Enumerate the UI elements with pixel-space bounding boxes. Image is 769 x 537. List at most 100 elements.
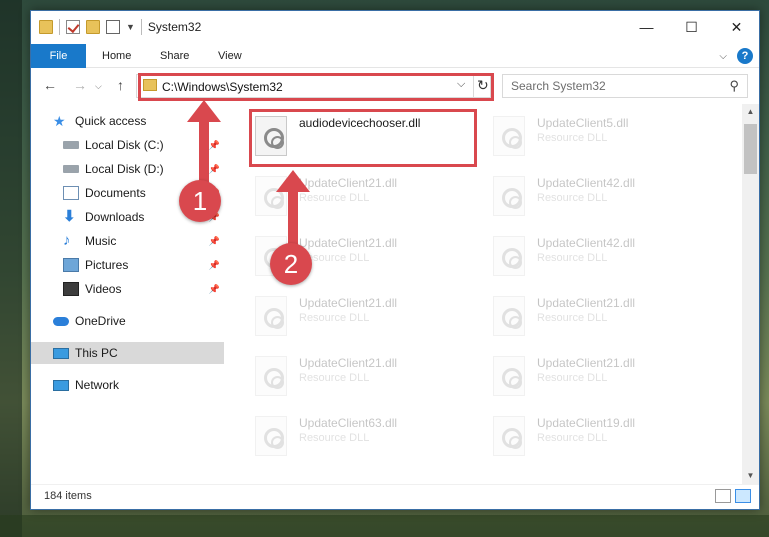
file-name: UpdateClient21.dll (299, 296, 398, 310)
sidebar-item-local-disk-c[interactable]: Local Disk (C:) 📌 (31, 134, 224, 156)
scroll-up-icon[interactable]: ▲ (742, 104, 759, 120)
computer-icon (53, 347, 69, 359)
dll-file-icon (493, 116, 525, 156)
search-input[interactable] (511, 75, 721, 97)
sidebar-item-label: Documents (85, 186, 146, 200)
sidebar-item-label: Music (85, 234, 117, 248)
sidebar-item-local-disk-d[interactable]: Local Disk (D:) 📌 (31, 158, 224, 180)
step-badge-1: 1 (179, 180, 221, 222)
file-item[interactable]: UpdateClient19.dll Resource DLL (487, 410, 707, 466)
explorer-window: ▼ System32 — ☐ ✕ File Home Share View ⌵ … (30, 10, 760, 510)
dll-file-icon (493, 356, 525, 396)
quick-access-toolbar: ▼ System32 (39, 19, 201, 35)
pictures-icon (63, 258, 79, 272)
expand-ribbon-icon[interactable]: ⌵ (719, 51, 727, 62)
sidebar-item-label: Local Disk (D:) (85, 162, 164, 176)
folder-icon (39, 20, 53, 34)
sidebar-item-videos[interactable]: Videos 📌 (31, 278, 224, 300)
search-box[interactable]: ⚲ (502, 74, 748, 98)
download-icon: ⬇ (63, 208, 76, 225)
step-badge-2: 2 (270, 243, 312, 285)
dll-file-icon (493, 176, 525, 216)
divider (140, 19, 142, 35)
sidebar-item-pictures[interactable]: Pictures 📌 (31, 254, 224, 276)
file-item[interactable]: UpdateClient42.dll Resource DLL (487, 170, 707, 226)
tab-view[interactable]: View (204, 44, 256, 68)
sidebar-item-label: Quick access (75, 114, 147, 128)
file-type: Resource DLL (299, 432, 370, 444)
file-name: UpdateClient42.dll (537, 176, 636, 190)
recent-locations-icon[interactable]: ⌵ (95, 81, 102, 92)
file-item[interactable]: UpdateClient42.dll Resource DLL (487, 230, 707, 286)
file-name: UpdateClient21.dll (299, 176, 398, 190)
arrow-shaft (199, 121, 209, 183)
title-bar: ▼ System32 — ☐ ✕ (31, 11, 759, 44)
dll-file-icon (255, 296, 287, 336)
customize-icon[interactable] (106, 20, 120, 34)
properties-check-icon[interactable] (66, 20, 80, 34)
file-type: Resource DLL (537, 192, 608, 204)
close-button[interactable]: ✕ (714, 11, 759, 43)
file-type: Resource DLL (537, 252, 608, 264)
background-tree (0, 0, 22, 537)
arrow-head (187, 100, 221, 122)
minimize-button[interactable]: — (624, 11, 669, 43)
sidebar-item-label: Downloads (85, 210, 145, 224)
sidebar-item-this-pc[interactable]: This PC (31, 342, 224, 364)
details-view-icon[interactable] (715, 489, 731, 503)
view-toggle (715, 489, 751, 503)
sidebar-item-music[interactable]: ♪ Music 📌 (31, 230, 224, 252)
file-type: Resource DLL (537, 372, 608, 384)
tab-file[interactable]: File (31, 44, 86, 68)
vertical-scrollbar[interactable]: ▲ ▼ (742, 104, 759, 484)
file-type: Resource DLL (299, 312, 370, 324)
search-icon[interactable]: ⚲ (729, 78, 739, 94)
window-title: System32 (147, 20, 202, 34)
drive-icon (63, 141, 79, 149)
pin-icon[interactable]: 📌 (209, 236, 220, 247)
tab-share[interactable]: Share (146, 44, 203, 68)
new-folder-icon[interactable] (86, 20, 100, 34)
file-name: UpdateClient21.dll (537, 296, 636, 310)
window-controls: — ☐ ✕ (624, 11, 759, 43)
file-highlight-box (249, 109, 477, 167)
file-type: Resource DLL (299, 192, 370, 204)
large-icons-view-icon[interactable] (735, 489, 751, 503)
file-name: UpdateClient42.dll (537, 236, 636, 250)
file-name: UpdateClient63.dll (299, 416, 398, 430)
documents-icon (63, 186, 79, 200)
ribbon-right-controls: ⌵ ? (719, 48, 753, 64)
pin-icon[interactable]: 📌 (209, 164, 220, 175)
item-count: 184 items (44, 490, 92, 502)
sidebar-item-onedrive[interactable]: OneDrive (31, 310, 224, 332)
tab-home[interactable]: Home (88, 44, 145, 68)
file-item[interactable]: UpdateClient21.dll Resource DLL (487, 290, 707, 346)
dll-file-icon (493, 296, 525, 336)
help-icon[interactable]: ? (737, 48, 753, 64)
pin-icon[interactable]: 📌 (209, 284, 220, 295)
file-item[interactable]: UpdateClient21.dll Resource DLL (249, 350, 469, 406)
pin-icon[interactable]: 📌 (209, 260, 220, 271)
qat-dropdown-icon[interactable]: ▼ (126, 22, 135, 32)
sidebar-item-network[interactable]: Network (31, 374, 224, 396)
forward-button[interactable]: → (73, 77, 87, 93)
scrollbar-thumb[interactable] (744, 124, 757, 174)
arrow-shaft (288, 191, 298, 245)
back-button[interactable]: ← (43, 77, 57, 93)
pin-icon[interactable]: 📌 (209, 140, 220, 151)
status-bar: 184 items (31, 484, 759, 508)
file-item[interactable]: UpdateClient63.dll Resource DLL (249, 410, 469, 466)
file-name: UpdateClient5.dll (537, 116, 629, 130)
sidebar-item-label: Pictures (85, 258, 129, 272)
file-item[interactable]: UpdateClient21.dll Resource DLL (487, 350, 707, 406)
file-type: Resource DLL (537, 312, 608, 324)
up-button[interactable]: ↑ (117, 77, 124, 93)
dll-file-icon (255, 356, 287, 396)
file-item[interactable]: UpdateClient5.dll Resource DLL (487, 110, 707, 166)
file-item[interactable]: UpdateClient21.dll Resource DLL (249, 290, 469, 346)
maximize-button[interactable]: ☐ (669, 11, 714, 43)
scroll-down-icon[interactable]: ▼ (742, 468, 759, 484)
divider (59, 19, 60, 35)
dll-file-icon (493, 236, 525, 276)
network-icon (53, 379, 69, 391)
